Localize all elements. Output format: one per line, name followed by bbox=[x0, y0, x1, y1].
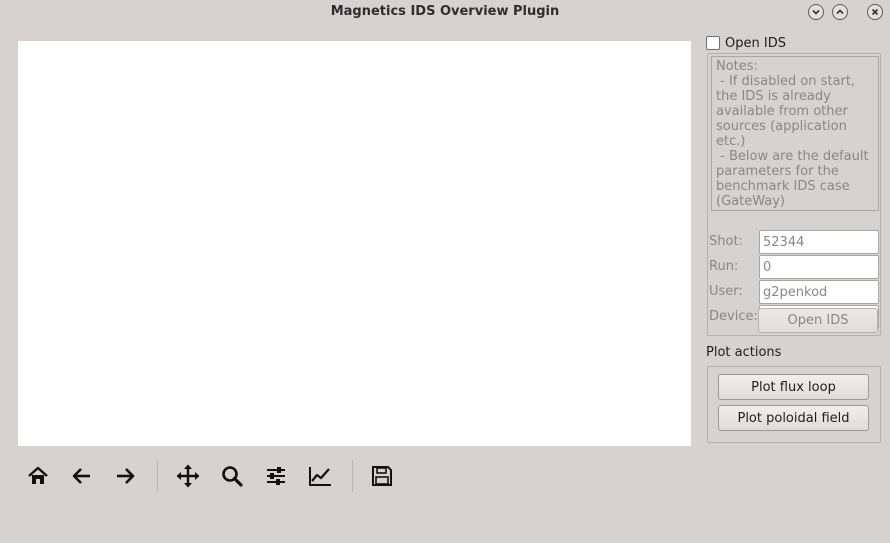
navigation-toolbar bbox=[18, 456, 418, 496]
back-button[interactable] bbox=[66, 460, 98, 492]
title-bar: Magnetics IDS Overview Plugin bbox=[0, 0, 890, 26]
open-ids-group: Notes: - If disabled on start, the IDS i… bbox=[707, 53, 881, 336]
toolbar-separator bbox=[157, 460, 158, 492]
open-ids-checkbox-label[interactable]: Open IDS bbox=[725, 36, 786, 51]
notes-text: Notes: - If disabled on start, the IDS i… bbox=[711, 56, 879, 211]
close-icon bbox=[871, 8, 879, 16]
shot-label: Shot: bbox=[709, 234, 743, 249]
user-input[interactable]: g2penkod bbox=[759, 280, 879, 304]
forward-arrow-icon bbox=[117, 468, 135, 484]
open-ids-checkbox-row[interactable]: Open IDS bbox=[706, 34, 786, 52]
close-button[interactable] bbox=[867, 4, 883, 20]
save-icon bbox=[372, 466, 392, 486]
home-icon bbox=[28, 466, 48, 484]
minimize-button[interactable] bbox=[808, 4, 824, 20]
zoom-button[interactable] bbox=[216, 460, 248, 492]
pan-button[interactable] bbox=[172, 460, 204, 492]
edit-axes-button[interactable] bbox=[304, 460, 336, 492]
run-input[interactable]: 0 bbox=[759, 255, 879, 279]
pan-icon bbox=[176, 464, 200, 488]
chevron-down-icon bbox=[812, 9, 820, 15]
plot-actions-title: Plot actions bbox=[706, 345, 782, 360]
edit-axes-icon bbox=[309, 467, 331, 486]
user-label: User: bbox=[709, 284, 743, 299]
shot-row: Shot: 52344 bbox=[708, 230, 880, 254]
subplots-config-icon bbox=[267, 467, 285, 485]
save-figure-button[interactable] bbox=[366, 460, 398, 492]
run-label: Run: bbox=[709, 259, 739, 274]
plot-poloidal-field-button[interactable]: Plot poloidal field bbox=[718, 405, 869, 431]
window-title: Magnetics IDS Overview Plugin bbox=[330, 4, 560, 19]
plot-canvas[interactable] bbox=[18, 41, 691, 446]
open-ids-checkbox[interactable] bbox=[706, 36, 720, 50]
back-arrow-icon bbox=[72, 468, 90, 484]
shot-input[interactable]: 52344 bbox=[759, 230, 879, 254]
open-ids-button[interactable]: Open IDS bbox=[758, 308, 878, 333]
zoom-icon bbox=[222, 466, 243, 487]
home-button[interactable] bbox=[22, 460, 54, 492]
forward-button[interactable] bbox=[109, 460, 141, 492]
toolbar-separator bbox=[352, 460, 353, 492]
configure-subplots-button[interactable] bbox=[260, 460, 292, 492]
device-label: Device: bbox=[709, 309, 758, 324]
run-row: Run: 0 bbox=[708, 255, 880, 279]
plot-actions-group: Plot flux loop Plot poloidal field bbox=[707, 366, 881, 443]
maximize-button[interactable] bbox=[832, 4, 848, 20]
plot-flux-loop-button[interactable]: Plot flux loop bbox=[718, 374, 869, 400]
user-row: User: g2penkod bbox=[708, 280, 880, 304]
chevron-up-icon bbox=[836, 9, 844, 15]
